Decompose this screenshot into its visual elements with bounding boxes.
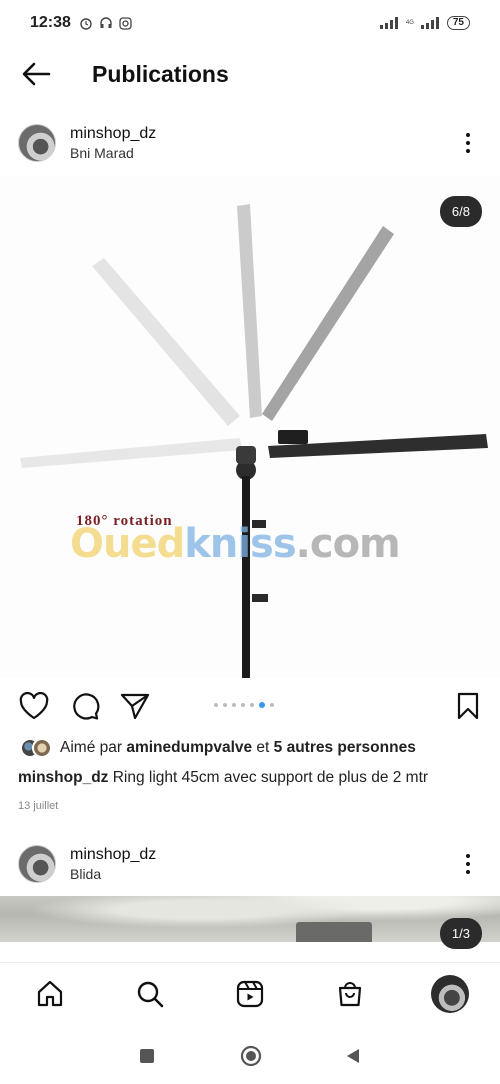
carousel-dot-active	[259, 702, 265, 708]
post-caption: minshop_dz Ring light 45cm avec support …	[18, 769, 488, 787]
post-header: minshop_dz Bni Marad	[0, 113, 500, 173]
carousel-counter-2: 1/3	[439, 918, 482, 949]
heart-icon	[19, 692, 49, 720]
caption-username[interactable]: minshop_dz	[18, 769, 108, 786]
page-title: Publications	[92, 60, 229, 87]
signal-icon	[379, 17, 398, 29]
home-system-button[interactable]	[239, 1044, 263, 1068]
bookmark-icon	[457, 692, 479, 720]
alarm-icon	[80, 18, 92, 30]
more-vertical-icon	[466, 133, 470, 137]
app-header: Publications	[0, 46, 500, 102]
nav-profile[interactable]	[431, 975, 469, 1013]
save-button[interactable]	[452, 690, 484, 722]
likes-summary[interactable]: Aimé par aminedumpvalve et 5 autres pers…	[20, 738, 416, 758]
avatar[interactable]	[18, 124, 56, 162]
home-icon	[37, 980, 63, 1007]
post-header-2: minshop_dz Blida	[0, 834, 500, 894]
post-username[interactable]: minshop_dz	[70, 125, 156, 143]
watermark: Ouedkniss.com	[70, 521, 401, 567]
instagram-notification-icon	[119, 16, 132, 30]
avatar-2[interactable]	[18, 845, 56, 883]
comment-icon	[73, 693, 100, 720]
nav-home[interactable]	[33, 977, 67, 1011]
post-image-2[interactable]	[0, 896, 500, 942]
reels-icon	[236, 980, 264, 1008]
post-username-2[interactable]: minshop_dz	[70, 846, 156, 864]
caption-text: Ring light 45cm avec support de plus de …	[108, 769, 429, 786]
post-date: 13 juillet	[18, 800, 59, 812]
comment-button[interactable]	[69, 690, 101, 722]
headphones-icon	[100, 17, 112, 28]
more-vertical-icon	[466, 854, 470, 858]
bottom-nav	[0, 962, 500, 1026]
network-label: 4G	[405, 20, 414, 26]
back-button[interactable]	[16, 54, 56, 94]
arrow-left-icon	[22, 62, 51, 86]
shopping-bag-icon	[338, 982, 362, 1007]
post-location[interactable]: Bni Marad	[70, 145, 156, 161]
recent-apps-button[interactable]	[135, 1044, 159, 1068]
share-button[interactable]	[119, 690, 151, 722]
paper-plane-icon	[120, 693, 150, 720]
post-actions	[0, 686, 500, 726]
post-image[interactable]: 180° rotation Ouedkniss.com 6/8	[0, 176, 500, 678]
nav-search[interactable]	[133, 977, 167, 1011]
status-time: 12:38	[30, 14, 71, 31]
like-avatars	[20, 738, 52, 758]
status-bar: 12:38 4G 75	[0, 0, 500, 46]
ring-light-illustration	[20, 204, 488, 678]
square-icon	[140, 1049, 154, 1063]
nav-shop[interactable]	[333, 977, 367, 1011]
back-system-button[interactable]	[341, 1044, 365, 1068]
carousel-dots	[214, 702, 274, 708]
carousel-counter: 6/8	[439, 196, 482, 227]
battery-icon: 75	[446, 16, 470, 30]
more-options-button[interactable]	[456, 123, 480, 163]
profile-avatar	[431, 975, 469, 1013]
more-options-button-2[interactable]	[456, 844, 480, 884]
signal-icon-2	[420, 17, 439, 29]
likes-others[interactable]: 5 autres personnes	[274, 739, 416, 757]
liked-by-user[interactable]: aminedumpvalve	[126, 739, 252, 757]
search-icon	[137, 981, 164, 1008]
post-location-2[interactable]: Blida	[70, 866, 156, 882]
triangle-back-icon	[347, 1049, 359, 1063]
like-button[interactable]	[18, 690, 50, 722]
system-nav-bar	[0, 1026, 500, 1084]
nav-reels[interactable]	[233, 977, 267, 1011]
circle-icon	[240, 1045, 262, 1067]
